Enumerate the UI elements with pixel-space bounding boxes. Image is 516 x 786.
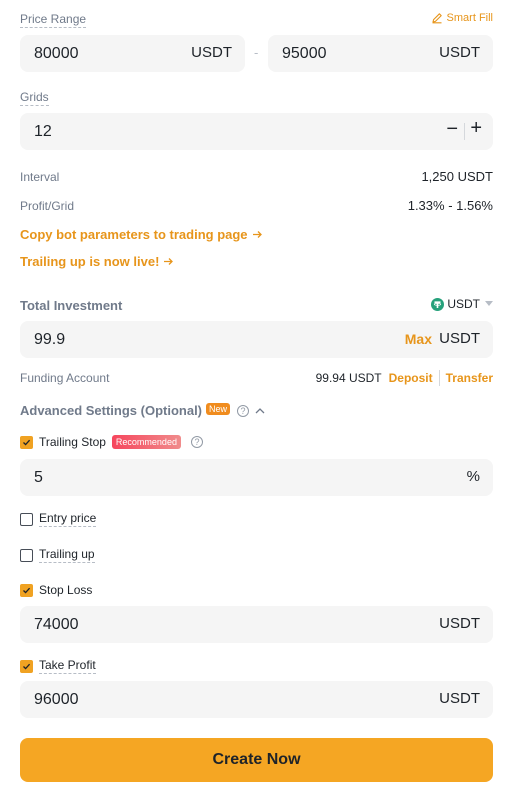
trailing-up-checkbox[interactable]: [20, 548, 33, 562]
investment-value: 99.9: [34, 331, 66, 348]
price-low-input[interactable]: 80000 USDT: [20, 35, 245, 72]
take-profit-value: 96000: [34, 691, 79, 708]
trailing-stop-unit: %: [466, 468, 480, 485]
price-range-label: Price Range: [20, 12, 87, 28]
interval-label: Interval: [20, 170, 60, 184]
smart-fill-link[interactable]: Smart Fill: [431, 12, 493, 24]
stop-loss-label: Stop Loss: [39, 583, 93, 597]
profit-grid-value: 1.33% - 1.56%: [407, 198, 493, 213]
pencil-icon: [431, 12, 443, 24]
price-high-unit: USDT: [439, 44, 480, 61]
copy-params-link[interactable]: Copy bot parameters to trading page: [20, 227, 263, 242]
price-high-input[interactable]: 95000 USDT: [268, 35, 493, 72]
trailing-stop-checkbox[interactable]: [20, 435, 33, 449]
trailing-live-link[interactable]: Trailing up is now live!: [20, 254, 174, 269]
entry-price-option[interactable]: Entry price: [20, 511, 97, 527]
trailing-stop-option[interactable]: Trailing Stop Recommended ?: [20, 435, 203, 449]
trailing-stop-label: Trailing Stop: [39, 435, 106, 449]
price-low-unit: USDT: [191, 44, 232, 61]
stop-loss-input[interactable]: 74000 USDT: [20, 606, 493, 643]
take-profit-checkbox[interactable]: [20, 659, 33, 673]
stepper-divider: [464, 123, 465, 140]
minus-button[interactable]: −: [446, 118, 458, 141]
stop-loss-option[interactable]: Stop Loss: [20, 583, 92, 597]
entry-price-checkbox[interactable]: [20, 512, 33, 526]
advanced-settings-label: Advanced Settings (Optional): [20, 403, 203, 418]
price-low-value: 80000: [34, 45, 79, 62]
trailing-stop-input[interactable]: 5 %: [20, 459, 493, 496]
funding-balance: 99.94 USDT: [315, 371, 382, 385]
trailing-stop-value: 5: [34, 469, 43, 486]
profit-grid-label: Profit/Grid: [20, 199, 75, 213]
take-profit-option[interactable]: Take Profit: [20, 658, 96, 674]
total-investment-label: Total Investment: [20, 298, 123, 313]
smart-fill-label: Smart Fill: [446, 12, 493, 24]
new-badge: New: [206, 402, 231, 415]
create-now-button[interactable]: Create Now: [20, 738, 493, 782]
interval-value: 1,250 USDT: [421, 169, 493, 184]
plus-button[interactable]: +: [470, 117, 482, 140]
funding-account-label: Funding Account: [20, 371, 110, 385]
deposit-link[interactable]: Deposit: [389, 371, 433, 385]
currency-selector[interactable]: USDT: [431, 297, 493, 311]
trailing-up-option[interactable]: Trailing up: [20, 547, 95, 563]
help-icon[interactable]: ?: [237, 404, 250, 417]
grids-stepper[interactable]: 12 − +: [20, 113, 493, 150]
stop-loss-checkbox[interactable]: [20, 583, 33, 597]
usdt-coin-icon: [431, 297, 445, 311]
take-profit-unit: USDT: [439, 690, 480, 707]
trailing-live-label: Trailing up is now live!: [20, 254, 160, 269]
price-range-separator: -: [254, 45, 259, 60]
caret-down-icon: [485, 301, 493, 307]
arrow-right-icon: [252, 229, 263, 240]
grids-value: 12: [34, 123, 52, 140]
help-icon[interactable]: ?: [190, 436, 203, 448]
chevron-up-icon: [255, 407, 265, 414]
recommended-badge: Recommended: [111, 435, 181, 449]
transfer-link[interactable]: Transfer: [446, 371, 493, 385]
funding-divider: [438, 370, 440, 386]
entry-price-label: Entry price: [39, 511, 97, 527]
copy-params-label: Copy bot parameters to trading page: [20, 227, 248, 242]
stop-loss-value: 74000: [34, 616, 79, 633]
price-high-value: 95000: [282, 45, 327, 62]
max-button[interactable]: Max: [405, 331, 432, 347]
grids-label: Grids: [20, 90, 49, 106]
advanced-settings-toggle[interactable]: Advanced Settings (Optional) New ?: [20, 402, 265, 418]
funding-row: 99.94 USDT Deposit Transfer: [316, 370, 493, 386]
arrow-right-icon: [163, 256, 174, 267]
take-profit-label: Take Profit: [39, 658, 96, 674]
trailing-up-label: Trailing up: [39, 547, 95, 563]
stop-loss-unit: USDT: [439, 615, 480, 632]
investment-input[interactable]: 99.9 Max USDT: [20, 321, 493, 358]
investment-unit: USDT: [439, 330, 480, 347]
currency-label: USDT: [447, 297, 480, 311]
take-profit-input[interactable]: 96000 USDT: [20, 681, 493, 718]
